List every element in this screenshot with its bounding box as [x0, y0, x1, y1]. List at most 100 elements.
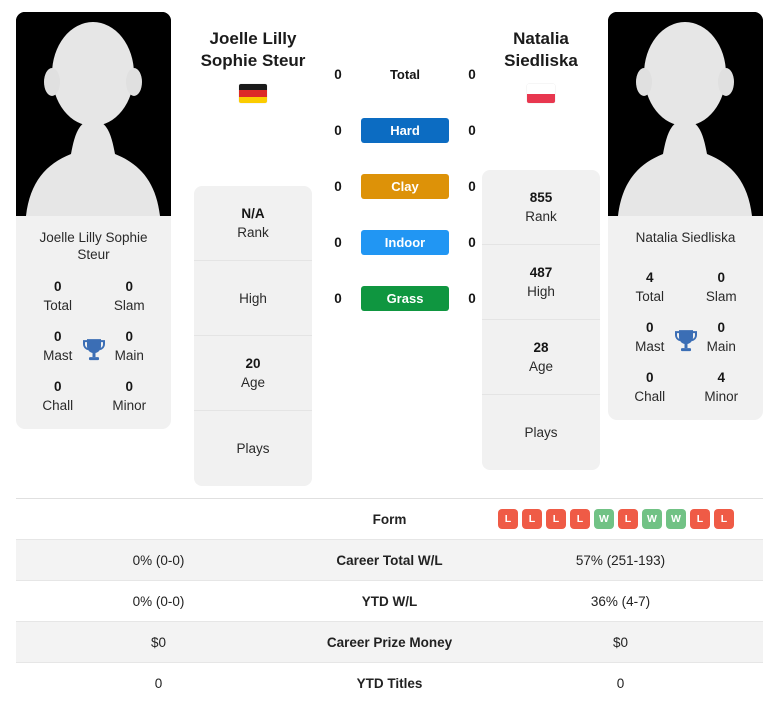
surface-left-value: 0	[334, 66, 342, 82]
player-heading-line1: Natalia	[513, 29, 569, 48]
form-badge-w: W	[642, 509, 662, 529]
row-label: Career Total W/L	[301, 539, 478, 581]
surface-label-clay[interactable]: Clay	[361, 173, 449, 199]
stat-value: 0	[125, 279, 133, 294]
stat-label: Total	[43, 298, 73, 313]
left-value: $0	[16, 621, 301, 663]
comparison-header: Joelle Lilly Sophie Steur 0 Total 0 Slam…	[0, 0, 779, 495]
stat-value: 0	[53, 279, 62, 294]
player-heading-line2: Siedliska	[504, 51, 578, 70]
form-badge-l: L	[570, 509, 590, 529]
player-heading-left: Joelle Lilly Sophie Steur	[188, 28, 318, 103]
form-badge-l: L	[690, 509, 710, 529]
person-silhouette-icon	[16, 12, 171, 216]
info-high-left: High	[194, 261, 312, 336]
surface-row-indoor: 0 Indoor 0	[330, 228, 480, 256]
right-value: 0	[616, 675, 625, 691]
titles-grid-right: 4 Total 0 Slam 0 Mast 0 Main 0 Chall 4 M…	[608, 262, 763, 420]
player-heading-right: Natalia Siedliska	[476, 28, 606, 103]
form-badge-l: L	[546, 509, 566, 529]
player-comparison-page: Joelle Lilly Sophie Steur 0 Total 0 Slam…	[0, 0, 779, 719]
info-plays-left: Plays	[194, 411, 312, 486]
info-age-right: 28 Age	[482, 320, 600, 395]
surface-label-grass[interactable]: Grass	[361, 285, 449, 311]
surface-row-clay: 0 Clay 0	[330, 172, 480, 200]
table-row-ytd-wl: 0% (0-0) YTD W/L 36% (4-7)	[16, 581, 763, 622]
info-card-left: N/A Rank High 20 Age Plays	[194, 186, 312, 486]
surface-left-value: 0	[334, 122, 342, 138]
row-label: YTD W/L	[361, 593, 418, 609]
player-card-left[interactable]: Joelle Lilly Sophie Steur 0 Total 0 Slam…	[16, 12, 171, 429]
info-age-left: 20 Age	[194, 336, 312, 411]
info-plays-right: Plays	[482, 395, 600, 470]
form-badge-l: L	[618, 509, 638, 529]
surface-right-value: 0	[468, 122, 476, 138]
left-value: 0% (0-0)	[132, 593, 185, 609]
stat-value: 0	[53, 379, 62, 394]
info-rank-right: 855 Rank	[482, 170, 600, 245]
form-left-cell	[16, 499, 301, 540]
surface-right-value: 0	[468, 234, 476, 250]
surface-left-value: 0	[334, 290, 342, 306]
stat-slam-right: 0 Slam	[686, 268, 758, 306]
head-to-head-stats-table: Form LLLLWLWWLL 0% (0-0) Career Total W/…	[16, 498, 763, 704]
table-row-prize-money: $0 Career Prize Money $0	[16, 621, 763, 663]
player-card-right[interactable]: Natalia Siedliska 4 Total 0 Slam 0 Mast …	[608, 12, 763, 420]
info-rank-left: N/A Rank	[194, 186, 312, 261]
info-label: Plays	[524, 425, 558, 440]
info-label: Rank	[525, 209, 557, 224]
flag-germany-icon	[239, 84, 267, 103]
surface-right-value: 0	[468, 178, 476, 194]
surface-left-value: 0	[334, 234, 342, 250]
surface-row-hard: 0 Hard 0	[330, 116, 480, 144]
form-badge-l: L	[498, 509, 518, 529]
info-label: Age	[528, 359, 554, 374]
info-label: Plays	[236, 441, 270, 456]
surface-label-indoor[interactable]: Indoor	[361, 229, 449, 255]
surface-label-total[interactable]: Total	[361, 62, 449, 87]
surface-comparison: 0 Total 0 0 Hard 0 0 Clay 0 0 Indoor 0 0	[330, 60, 480, 312]
info-label: High	[239, 290, 267, 306]
info-value: 28	[533, 340, 549, 355]
flag-poland-icon	[527, 84, 555, 103]
trophy-icon	[673, 328, 699, 356]
titles-grid-left: 0 Total 0 Slam 0 Mast 0 Main 0 Chall 0 M…	[16, 271, 171, 429]
trophy-icon	[81, 337, 107, 365]
info-value: N/A	[241, 206, 265, 221]
player-name-right: Natalia Siedliska	[635, 230, 736, 245]
stat-slam-left: 0 Slam	[94, 277, 166, 315]
info-card-right: 855 Rank 487 High 28 Age Plays	[482, 170, 600, 470]
stat-label: Minor	[704, 389, 739, 404]
surface-row-total: 0 Total 0	[330, 60, 480, 88]
stat-chall-left: 0 Chall	[22, 377, 94, 415]
surface-row-grass: 0 Grass 0	[330, 284, 480, 312]
row-label: YTD Titles	[356, 675, 423, 691]
stat-value: 4	[717, 370, 725, 385]
right-value: 36% (4-7)	[590, 593, 651, 609]
left-value: 0	[154, 675, 163, 691]
stat-value: 0	[125, 379, 133, 394]
stat-chall-right: 0 Chall	[614, 368, 686, 406]
stat-value: 4	[645, 270, 654, 285]
stat-total-left: 0 Total	[22, 277, 94, 315]
info-label: Age	[240, 375, 266, 390]
form-right-cell: LLLLWLWWLL	[478, 499, 763, 540]
left-value: 0% (0-0)	[16, 539, 301, 581]
stat-label: Slam	[705, 289, 737, 304]
surface-left-value: 0	[334, 178, 342, 194]
avatar-right	[608, 12, 763, 216]
form-badge-w: W	[594, 509, 614, 529]
stat-value: 0	[717, 270, 725, 285]
info-value: 20	[245, 356, 261, 371]
surface-label-hard[interactable]: Hard	[361, 117, 449, 143]
table-row-ytd-titles: 0 YTD Titles 0	[16, 663, 763, 704]
form-badge-l: L	[522, 509, 542, 529]
right-value: 57% (251-193)	[478, 539, 763, 581]
table-row-form: Form LLLLWLWWLL	[16, 499, 763, 540]
info-value: 487	[529, 265, 553, 280]
row-label: Form	[372, 511, 407, 527]
player-name-left: Joelle Lilly Sophie Steur	[39, 230, 148, 262]
row-label: Career Prize Money	[301, 621, 478, 663]
surface-right-value: 0	[468, 290, 476, 306]
info-label: Rank	[237, 225, 269, 240]
